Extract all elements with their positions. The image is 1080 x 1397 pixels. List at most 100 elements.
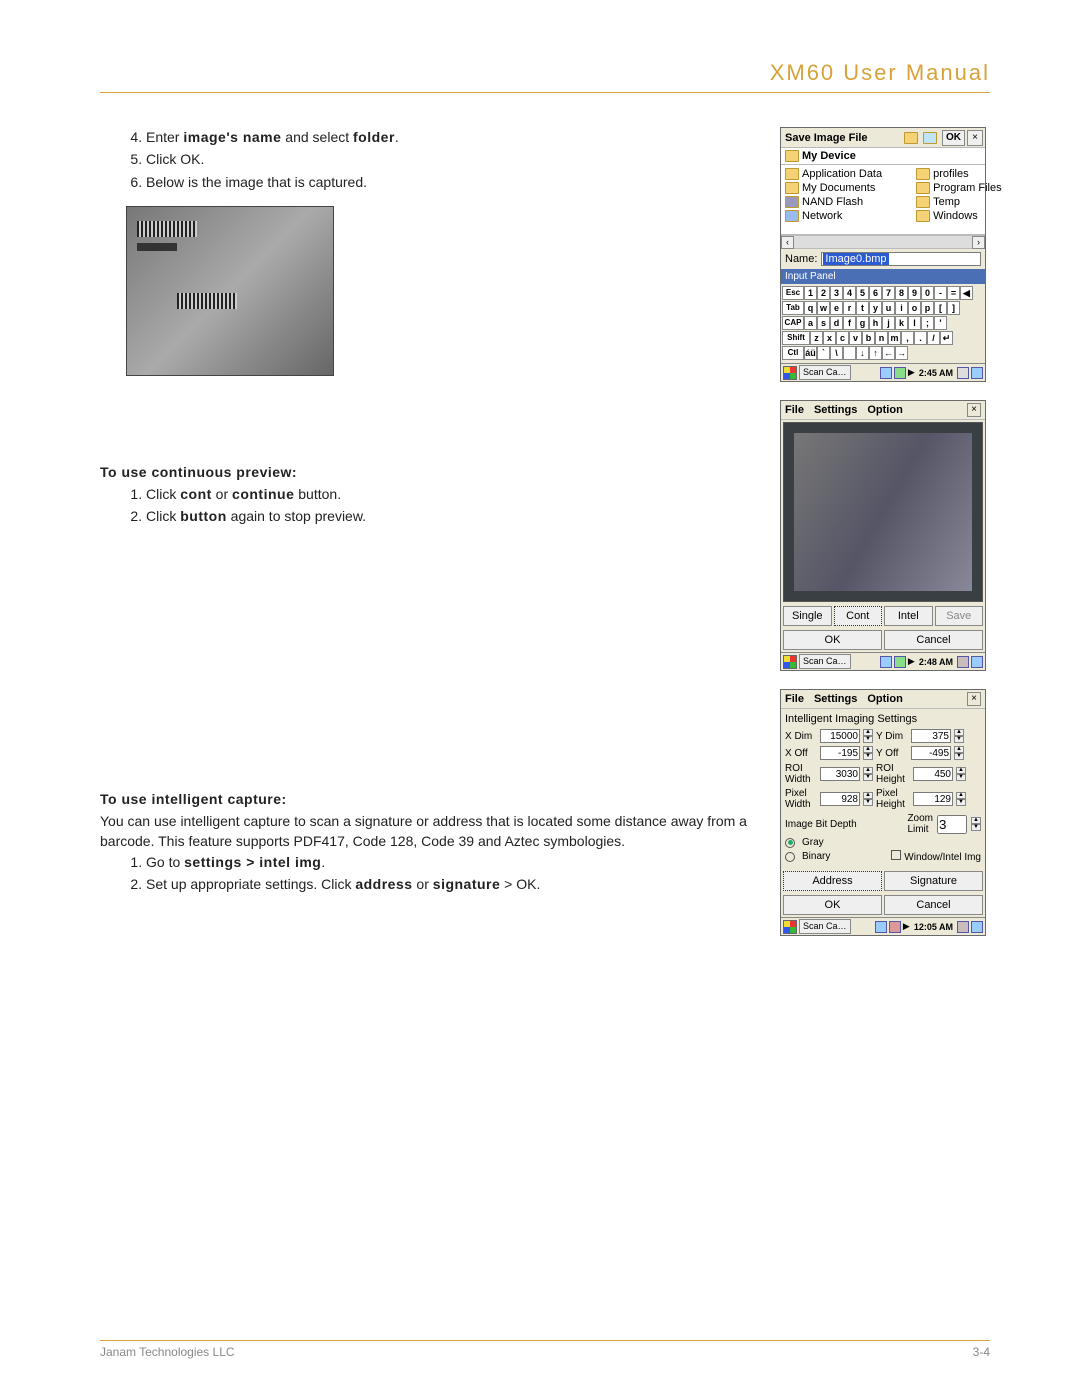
key-5[interactable]: 5: [856, 286, 869, 300]
key-2[interactable]: 2: [817, 286, 830, 300]
key-c[interactable]: c: [836, 331, 849, 345]
key-w[interactable]: w: [817, 301, 830, 315]
pixh-input[interactable]: [913, 792, 953, 806]
key-.[interactable]: .: [914, 331, 927, 345]
desktop-icon[interactable]: [971, 656, 983, 668]
up-folder-icon[interactable]: [904, 132, 918, 144]
key-z[interactable]: z: [810, 331, 823, 345]
key-/[interactable]: /: [927, 331, 940, 345]
roiw-input[interactable]: [820, 767, 860, 781]
yoff-stepper[interactable]: ▲▼: [954, 746, 964, 760]
menu-option[interactable]: Option: [867, 404, 902, 416]
key-h[interactable]: h: [869, 316, 882, 330]
menu-option[interactable]: Option: [867, 693, 902, 705]
key-◀[interactable]: ◀: [960, 286, 973, 300]
key-j[interactable]: j: [882, 316, 895, 330]
key-n[interactable]: n: [875, 331, 888, 345]
desktop-icon[interactable]: [971, 367, 983, 379]
key-[interactable]: [843, 346, 856, 360]
new-folder-icon[interactable]: [923, 132, 937, 144]
pixh-stepper[interactable]: ▲▼: [956, 792, 966, 806]
ydim-stepper[interactable]: ▲▼: [954, 729, 964, 743]
key--[interactable]: -: [934, 286, 947, 300]
sip-icon[interactable]: [957, 656, 969, 668]
pixw-stepper[interactable]: ▲▼: [863, 792, 873, 806]
key-q[interactable]: q: [804, 301, 817, 315]
start-button[interactable]: [783, 655, 797, 669]
key-`[interactable]: `: [817, 346, 830, 360]
key-m[interactable]: m: [888, 331, 901, 345]
taskbar-button[interactable]: Scan Ca…: [799, 919, 851, 934]
roih-stepper[interactable]: ▲▼: [956, 767, 966, 781]
zoom-stepper[interactable]: ▲▼: [971, 817, 981, 831]
menu-settings[interactable]: Settings: [814, 693, 857, 705]
key-←[interactable]: ←: [882, 346, 895, 360]
key-l[interactable]: l: [908, 316, 921, 330]
intel-button[interactable]: Intel: [884, 606, 933, 626]
key-][interactable]: ]: [947, 301, 960, 315]
sip-icon[interactable]: [957, 367, 969, 379]
key-g[interactable]: g: [856, 316, 869, 330]
key-d[interactable]: d: [830, 316, 843, 330]
key-[[interactable]: [: [934, 301, 947, 315]
xdim-input[interactable]: [820, 729, 860, 743]
cancel-button[interactable]: Cancel: [884, 895, 983, 915]
ok-button[interactable]: OK: [942, 130, 965, 146]
key-v[interactable]: v: [849, 331, 862, 345]
key-↑[interactable]: ↑: [869, 346, 882, 360]
roih-input[interactable]: [913, 767, 953, 781]
key-→[interactable]: →: [895, 346, 908, 360]
key-1[interactable]: 1: [804, 286, 817, 300]
zoom-input[interactable]: [937, 815, 967, 834]
tray-icon[interactable]: [875, 921, 887, 933]
key-f[interactable]: f: [843, 316, 856, 330]
key-y[interactable]: y: [869, 301, 882, 315]
start-button[interactable]: [783, 920, 797, 934]
key-áü[interactable]: áü: [804, 346, 817, 360]
key-6[interactable]: 6: [869, 286, 882, 300]
key-s[interactable]: s: [817, 316, 830, 330]
signature-button[interactable]: Signature: [884, 871, 983, 891]
key-↓[interactable]: ↓: [856, 346, 869, 360]
key-0[interactable]: 0: [921, 286, 934, 300]
key-8[interactable]: 8: [895, 286, 908, 300]
tray-icon[interactable]: [880, 367, 892, 379]
menu-file[interactable]: File: [785, 693, 804, 705]
filename-input[interactable]: Image0.bmp: [821, 252, 981, 266]
ydim-input[interactable]: [911, 729, 951, 743]
taskbar-button[interactable]: Scan Ca…: [799, 654, 851, 669]
close-icon[interactable]: ×: [967, 403, 981, 417]
gray-radio[interactable]: [785, 838, 795, 848]
start-button[interactable]: [783, 366, 797, 380]
ok-button[interactable]: OK: [783, 630, 882, 650]
key-u[interactable]: u: [882, 301, 895, 315]
menu-settings[interactable]: Settings: [814, 404, 857, 416]
save-button[interactable]: Save: [935, 606, 984, 626]
close-icon[interactable]: ×: [967, 692, 981, 706]
file-list[interactable]: Application Data My Documents NAND Flash…: [781, 165, 985, 235]
key-Shift[interactable]: Shift: [782, 331, 810, 345]
key-=[interactable]: =: [947, 286, 960, 300]
on-screen-keyboard[interactable]: Esc1234567890-=◀ Tabqwertyuiop[] CAPasdf…: [781, 284, 985, 363]
address-button[interactable]: Address: [783, 871, 882, 891]
sip-icon[interactable]: [957, 921, 969, 933]
key-,[interactable]: ,: [901, 331, 914, 345]
key-r[interactable]: r: [843, 301, 856, 315]
key-Ctl[interactable]: Ctl: [782, 346, 804, 360]
pixw-input[interactable]: [820, 792, 860, 806]
key-t[interactable]: t: [856, 301, 869, 315]
close-icon[interactable]: ×: [967, 130, 983, 146]
key-x[interactable]: x: [823, 331, 836, 345]
key-↵[interactable]: ↵: [940, 331, 953, 345]
key-4[interactable]: 4: [843, 286, 856, 300]
key-3[interactable]: 3: [830, 286, 843, 300]
tray-icon-2[interactable]: [889, 921, 901, 933]
taskbar-button[interactable]: Scan Ca…: [799, 365, 851, 380]
menu-file[interactable]: File: [785, 404, 804, 416]
roiw-stepper[interactable]: ▲▼: [863, 767, 873, 781]
key-a[interactable]: a: [804, 316, 817, 330]
window-intel-checkbox[interactable]: [891, 850, 901, 860]
key-Tab[interactable]: Tab: [782, 301, 804, 315]
horizontal-scrollbar[interactable]: ‹›: [781, 235, 985, 249]
tray-icon-2[interactable]: [894, 367, 906, 379]
